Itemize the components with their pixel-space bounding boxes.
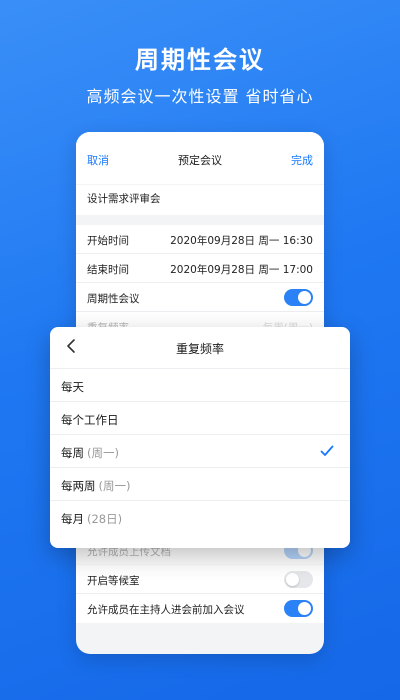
option-label: 每两周 (61, 479, 96, 493)
join-before-host-row: 允许成员在主持人进会前加入会议 (76, 594, 324, 623)
repeat-frequency-popup: 重复频率 每天 每个工作日 每周 (周一) 每两周 (周一) 每月 (28日) (50, 327, 350, 548)
option-weekdays[interactable]: 每个工作日 (50, 402, 350, 435)
option-label: 每月 (61, 512, 84, 526)
option-monthly[interactable]: 每月 (28日) (50, 501, 350, 534)
option-label: 每周 (61, 446, 84, 460)
start-time-label: 开始时间 (87, 235, 129, 247)
popup-header: 重复频率 (50, 327, 350, 369)
done-button[interactable]: 完成 (291, 152, 313, 168)
waiting-room-toggle[interactable] (284, 571, 313, 588)
time-settings-group: 开始时间 2020年09月28日 周一 16:30 结束时间 2020年09月2… (76, 225, 324, 341)
checkmark-icon (320, 445, 334, 457)
end-time-row[interactable]: 结束时间 2020年09月28日 周一 17:00 (76, 254, 324, 283)
option-weekly[interactable]: 每周 (周一) (50, 435, 350, 468)
recurring-row: 周期性会议 (76, 283, 324, 312)
hero-subtitle: 高频会议一次性设置 省时省心 (86, 87, 314, 106)
option-label: 每个工作日 (61, 413, 119, 427)
option-label: 每天 (61, 380, 84, 394)
option-daily[interactable]: 每天 (50, 369, 350, 402)
join-before-host-toggle[interactable] (284, 600, 313, 617)
nav-bar: 取消 预定会议 完成 (76, 132, 324, 184)
meeting-topic-field[interactable]: 设计需求评审会 (76, 185, 324, 215)
waiting-room-row: 开启等候室 (76, 565, 324, 594)
option-biweekly[interactable]: 每两周 (周一) (50, 468, 350, 501)
end-time-value: 2020年09月28日 周一 17:00 (170, 264, 313, 276)
end-time-label: 结束时间 (87, 264, 129, 276)
nav-title: 预定会议 (178, 154, 222, 167)
start-time-row[interactable]: 开始时间 2020年09月28日 周一 16:30 (76, 225, 324, 254)
start-time-value: 2020年09月28日 周一 16:30 (170, 235, 313, 247)
option-note: (28日) (87, 512, 123, 526)
lower-settings-group: 允许成员上传文档 开启等候室 允许成员在主持人进会前加入会议 (76, 536, 324, 623)
recurring-toggle[interactable] (284, 289, 313, 306)
join-before-host-label: 允许成员在主持人进会前加入会议 (87, 604, 245, 616)
waiting-room-label: 开启等候室 (87, 575, 140, 587)
option-note: (周一) (98, 479, 131, 493)
popup-title: 重复频率 (175, 342, 224, 356)
option-note: (周一) (87, 446, 119, 460)
recurring-label: 周期性会议 (87, 293, 140, 305)
hero-title: 周期性会议 (135, 46, 265, 74)
